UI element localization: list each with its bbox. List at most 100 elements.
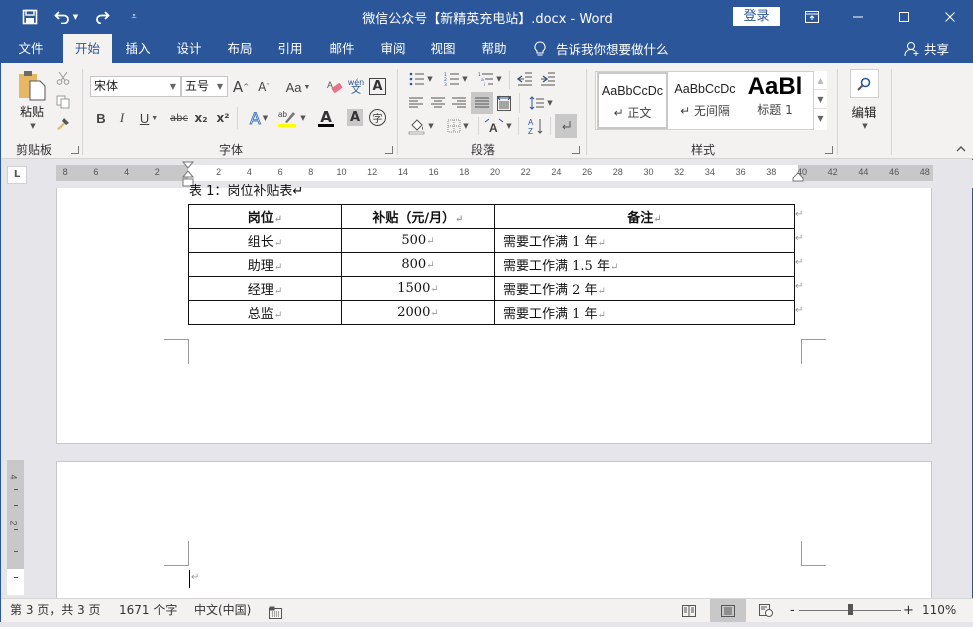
document-page[interactable] bbox=[56, 461, 932, 601]
enclose-characters-button[interactable]: 字 bbox=[369, 109, 386, 126]
tab-help[interactable]: 帮助 bbox=[471, 34, 517, 63]
align-left-button[interactable] bbox=[406, 93, 426, 113]
show-hide-marks-button[interactable] bbox=[555, 114, 577, 138]
ribbon-display-options-button[interactable] bbox=[789, 0, 835, 34]
zoom-out-button[interactable]: - bbox=[790, 599, 795, 622]
table-cell[interactable]: 2000↵ bbox=[341, 300, 495, 325]
text-effects-button[interactable]: A ▼ bbox=[245, 108, 273, 128]
styles-scroll-down[interactable]: ▼ bbox=[814, 90, 827, 109]
bold-button[interactable]: B bbox=[93, 109, 109, 127]
align-right-button[interactable] bbox=[449, 93, 469, 113]
cut-button[interactable] bbox=[54, 69, 72, 87]
macro-recording-button[interactable] bbox=[269, 604, 282, 619]
table-cell[interactable]: 800↵ bbox=[341, 252, 495, 277]
table-cell[interactable]: 组长↵ bbox=[188, 228, 342, 253]
style-heading-1[interactable]: AaBl 标题 1 bbox=[742, 72, 808, 129]
page-count-status[interactable]: 第 3 页，共 3 页 bbox=[10, 599, 101, 622]
zoom-slider-thumb[interactable] bbox=[848, 604, 853, 615]
subscript-button[interactable]: x₂ bbox=[193, 109, 209, 127]
underline-button[interactable]: U ▼ bbox=[136, 109, 162, 127]
paragraph-dialog-launcher[interactable] bbox=[572, 146, 580, 154]
format-painter-button[interactable] bbox=[54, 115, 72, 133]
tab-mailings[interactable]: 邮件 bbox=[319, 34, 365, 63]
font-dialog-launcher[interactable] bbox=[385, 146, 393, 154]
tab-references[interactable]: 引用 bbox=[267, 34, 313, 63]
tab-home[interactable]: 开始 bbox=[63, 34, 112, 63]
login-button[interactable]: 登录 bbox=[733, 7, 780, 26]
tab-layout[interactable]: 布局 bbox=[217, 34, 263, 63]
tab-design[interactable]: 设计 bbox=[166, 34, 212, 63]
chinese-layout-button[interactable]: A ▼ bbox=[483, 116, 513, 136]
zoom-in-button[interactable]: + bbox=[903, 599, 914, 622]
close-button[interactable] bbox=[927, 0, 973, 34]
shading-button[interactable]: ▼ bbox=[406, 116, 436, 136]
multilevel-list-button[interactable]: 1 a i ▼ bbox=[475, 70, 505, 88]
table-cell[interactable]: 助理↵ bbox=[188, 252, 342, 277]
clear-formatting-button[interactable]: A bbox=[325, 77, 345, 97]
sort-button[interactable]: AZ bbox=[525, 116, 547, 136]
table-cell[interactable]: 经理↵ bbox=[188, 276, 342, 301]
table-cell[interactable]: 总监↵ bbox=[188, 300, 342, 325]
increase-indent-button[interactable] bbox=[538, 70, 558, 88]
print-layout-button[interactable] bbox=[710, 599, 746, 622]
read-mode-button[interactable] bbox=[674, 599, 704, 622]
web-layout-button[interactable] bbox=[751, 599, 781, 622]
distributed-button[interactable] bbox=[494, 93, 514, 113]
word-count-status[interactable]: 1671 个字 bbox=[119, 599, 177, 622]
customize-qat-button[interactable]: ⩡ bbox=[123, 6, 145, 28]
minimize-button[interactable] bbox=[835, 0, 881, 34]
justify-button[interactable] bbox=[471, 92, 493, 114]
styles-more[interactable]: ▼ bbox=[814, 109, 827, 128]
character-border-button[interactable]: A bbox=[369, 78, 386, 95]
collapse-ribbon-button[interactable] bbox=[954, 143, 968, 155]
align-center-button[interactable] bbox=[428, 93, 448, 113]
editing-button[interactable]: 编辑 ▼ bbox=[848, 69, 880, 131]
numbering-button[interactable]: 1 2 3 ▼ bbox=[441, 70, 471, 88]
table-cell[interactable]: 需要工作满 1 年↵ bbox=[494, 300, 795, 325]
save-button[interactable] bbox=[19, 6, 41, 28]
paste-button[interactable]: 粘贴 ▼ bbox=[13, 69, 51, 137]
font-color-button[interactable]: A bbox=[311, 107, 341, 129]
strikethrough-button[interactable]: abc bbox=[168, 109, 190, 127]
decrease-indent-button[interactable] bbox=[515, 70, 535, 88]
font-size-combo[interactable]: 五号 ▼ bbox=[181, 76, 228, 97]
font-name-combo[interactable]: 宋体 ▼ bbox=[90, 76, 181, 97]
right-indent-marker[interactable] bbox=[792, 172, 804, 182]
tab-file[interactable]: 文件 bbox=[7, 34, 55, 63]
phonetic-guide-button[interactable]: wén 文 bbox=[347, 77, 365, 97]
bullets-button[interactable]: ▼ bbox=[406, 70, 436, 88]
superscript-button[interactable]: x² bbox=[215, 109, 231, 127]
undo-dropdown-icon[interactable]: ▼ bbox=[73, 13, 78, 21]
language-status[interactable]: 中文(中国) bbox=[194, 599, 251, 622]
header-cell-allowance[interactable]: 补贴（元/月）↵ bbox=[341, 204, 495, 229]
tab-view[interactable]: 视图 bbox=[420, 34, 466, 63]
style-normal[interactable]: AaBbCcDc ↵ 正文 bbox=[597, 72, 668, 129]
borders-button[interactable]: ▼ bbox=[443, 116, 473, 136]
hanging-indent-marker[interactable] bbox=[182, 170, 194, 178]
clipboard-dialog-launcher[interactable] bbox=[71, 146, 79, 154]
table-cell[interactable]: 需要工作满 1 年↵ bbox=[494, 228, 795, 253]
highlight-button[interactable]: ab ▼ bbox=[277, 107, 307, 129]
copy-button[interactable] bbox=[54, 93, 72, 111]
first-line-indent-marker[interactable] bbox=[182, 161, 194, 169]
character-shading-button[interactable]: A bbox=[347, 109, 363, 126]
table-cell[interactable]: 1500↵ bbox=[341, 276, 495, 301]
table-cell[interactable]: 500↵ bbox=[341, 228, 495, 253]
italic-button[interactable]: I bbox=[114, 109, 130, 127]
style-no-spacing[interactable]: AaBbCcDc ↵ 无间隔 bbox=[670, 72, 740, 129]
styles-scroll-up[interactable]: ▲ bbox=[814, 71, 827, 90]
shrink-font-button[interactable]: Aˇ bbox=[255, 77, 273, 97]
tab-selector[interactable]: L bbox=[7, 166, 27, 184]
undo-button[interactable]: ▼ bbox=[51, 6, 81, 28]
tell-me-search[interactable]: 告诉我你想要做什么 bbox=[534, 34, 669, 63]
tab-review[interactable]: 审阅 bbox=[370, 34, 416, 63]
change-case-button[interactable]: Aa ▼ bbox=[283, 77, 313, 97]
vertical-ruler[interactable]: 42 bbox=[7, 460, 24, 595]
table-cell[interactable]: 需要工作满 2 年↵ bbox=[494, 276, 795, 301]
tab-insert[interactable]: 插入 bbox=[115, 34, 161, 63]
table-cell[interactable]: 需要工作满 1.5 年↵ bbox=[494, 252, 795, 277]
header-cell-note[interactable]: 备注↵ bbox=[494, 204, 795, 229]
zoom-level[interactable]: 110% bbox=[922, 599, 956, 622]
redo-button[interactable] bbox=[91, 6, 113, 28]
share-button[interactable]: 共享 bbox=[904, 34, 949, 63]
